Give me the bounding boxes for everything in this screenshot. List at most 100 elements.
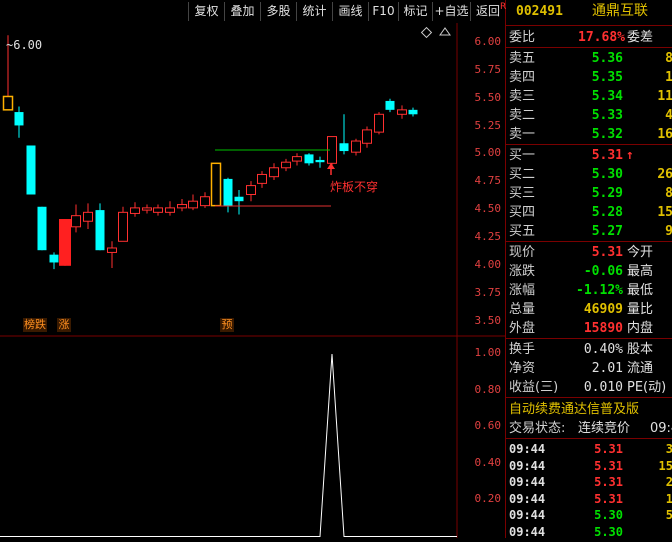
- status-value: 连续竞价: [578, 421, 631, 436]
- mark-button[interactable]: 标记: [398, 2, 432, 21]
- tick-price: 5.30: [594, 524, 623, 539]
- price-tick-label: 5.50: [474, 90, 502, 104]
- stat-label-2: 内盘: [627, 321, 654, 336]
- price-tick-label: 4.25: [474, 229, 502, 243]
- stat2-row: 换手 0.40% 股本: [506, 340, 672, 359]
- tick-time: 09:44: [509, 524, 546, 539]
- up-arrow-icon: [327, 163, 335, 175]
- fuquan-button[interactable]: 复权: [188, 2, 224, 21]
- stat2-row: 收益(三) 0.010 PE(动): [506, 378, 672, 397]
- weicha-label: 委差: [627, 30, 654, 45]
- f10-button[interactable]: F10: [368, 2, 398, 21]
- candle-body: [374, 113, 384, 133]
- buy-volume: 15: [657, 205, 672, 220]
- candle-body: [281, 161, 291, 169]
- overlay-button[interactable]: 叠加: [224, 2, 260, 21]
- stat-row: 外盘 15890 内盘: [506, 319, 672, 338]
- weibi-label: 委比: [509, 30, 536, 45]
- stat2-label-2: PE(动): [627, 380, 667, 395]
- buy-price: 5.29: [591, 186, 623, 201]
- buy-price: 5.27: [591, 224, 623, 239]
- sell-volume: 4: [665, 108, 672, 123]
- stock-code: 002491: [516, 4, 563, 19]
- sell-volume: 8: [665, 51, 672, 66]
- indicator-tick-label: 0.40: [474, 455, 502, 469]
- r-badge: R: [500, 2, 507, 12]
- buy-level-row: 买四 5.28 15: [506, 203, 672, 222]
- stat-row: 现价 5.31 今开: [506, 243, 672, 262]
- stat-value: 46909: [583, 302, 623, 317]
- price-tick-label: 3.50: [474, 313, 502, 327]
- statistics-button[interactable]: 统计: [296, 2, 332, 21]
- buy-level-row: 买五 5.27 9: [506, 222, 672, 241]
- triangle-icon[interactable]: [439, 27, 451, 36]
- indicator-tick-label: 0.20: [474, 492, 502, 505]
- buy-level-label: 买二: [509, 167, 536, 182]
- quote-panel: R 002491 通鼎互联 委比 17.68% 委差 卖五 5.36 8 卖四 5.35…: [500, 0, 672, 539]
- sell-price: 5.34: [591, 89, 623, 104]
- annotation-text: 炸板不穿: [330, 180, 379, 194]
- sell-price: 5.36: [591, 51, 623, 66]
- candle-body: [304, 154, 314, 164]
- buy-price: 5.31: [591, 148, 623, 163]
- candle-body: [26, 145, 36, 195]
- indicator-tick-label: 0.80: [474, 382, 502, 396]
- candle-body: [234, 196, 244, 202]
- chart-area[interactable]: ~6.00 炸板不穿 榜跌 涨 预 6.00 5.75 5.50 5.25 5.00 4.…: [0, 23, 505, 538]
- candle-body: [95, 210, 105, 251]
- stat2-label: 收益(三): [509, 380, 559, 395]
- kline-chart[interactable]: [0, 23, 505, 538]
- price-tick-label: 5.75: [474, 62, 502, 76]
- price-tick-label: 3.75: [474, 285, 502, 299]
- stat-row: 总量 46909 量比: [506, 300, 672, 319]
- price-tick-label: 5.00: [474, 146, 502, 160]
- stat2-label: 净资: [509, 361, 536, 376]
- buy-level-label: 买一: [509, 148, 536, 163]
- stat2-value: 0.40%: [583, 342, 623, 357]
- diamond-icon[interactable]: [420, 26, 433, 39]
- stat-value: -0.06: [583, 264, 623, 279]
- sell-price: 5.32: [591, 127, 623, 142]
- buy-volume: 26: [657, 167, 672, 182]
- sell-level-row: 卖二 5.33 4: [506, 106, 672, 125]
- candle-group: [2, 35, 418, 270]
- notice-link[interactable]: 自动续费通达信普及版: [506, 400, 672, 419]
- stat2-row: 净资 2.01 流通: [506, 359, 672, 378]
- candle-body: [118, 211, 128, 242]
- buy-level-label: 买五: [509, 224, 536, 239]
- stat-label-2: 量比: [627, 302, 654, 317]
- stat2-label: 换手: [509, 342, 536, 357]
- stock-header: R 002491 通鼎互联: [500, 2, 672, 21]
- sell-volume: 16: [657, 127, 672, 142]
- sell-level-label: 卖一: [509, 127, 536, 142]
- candle-body: [59, 219, 71, 266]
- buy-level-row: 买三 5.29 8: [506, 184, 672, 203]
- candle-body: [37, 206, 47, 251]
- candle-body: [351, 140, 361, 153]
- weibi-value: 17.68%: [578, 30, 625, 45]
- candle-body: [107, 247, 117, 253]
- candle-body: [130, 207, 140, 214]
- sell-level-label: 卖三: [509, 89, 536, 104]
- candle-body: [339, 143, 349, 152]
- stat2-value: 2.01: [591, 361, 623, 376]
- candle-body: [397, 109, 407, 115]
- high-price-label: ~6.00: [6, 38, 43, 52]
- stat-label-2: 今开: [627, 245, 654, 260]
- status-time: 09:4: [650, 421, 672, 436]
- sell-price: 5.35: [591, 70, 623, 85]
- price-tick-label: 4.75: [474, 174, 502, 188]
- trade-status: 交易状态: 连续竞价 09:4: [506, 419, 672, 438]
- draw-line-button[interactable]: 画线: [332, 2, 368, 21]
- candle-body: [200, 196, 210, 207]
- sell-level-row: 卖三 5.34 11: [506, 87, 672, 106]
- stat-row: 涨幅 -1.12% 最低: [506, 281, 672, 300]
- multi-stock-button[interactable]: 多股: [260, 2, 296, 21]
- buy-price: 5.30: [591, 167, 623, 182]
- stat-value: 5.31: [591, 245, 623, 260]
- weibi-row: 委比 17.68% 委差: [506, 28, 672, 47]
- price-tick-label: 4.50: [474, 202, 502, 216]
- stat-label: 现价: [509, 245, 536, 260]
- candle-body: [71, 215, 81, 228]
- add-favorite-button[interactable]: +自选: [432, 2, 470, 21]
